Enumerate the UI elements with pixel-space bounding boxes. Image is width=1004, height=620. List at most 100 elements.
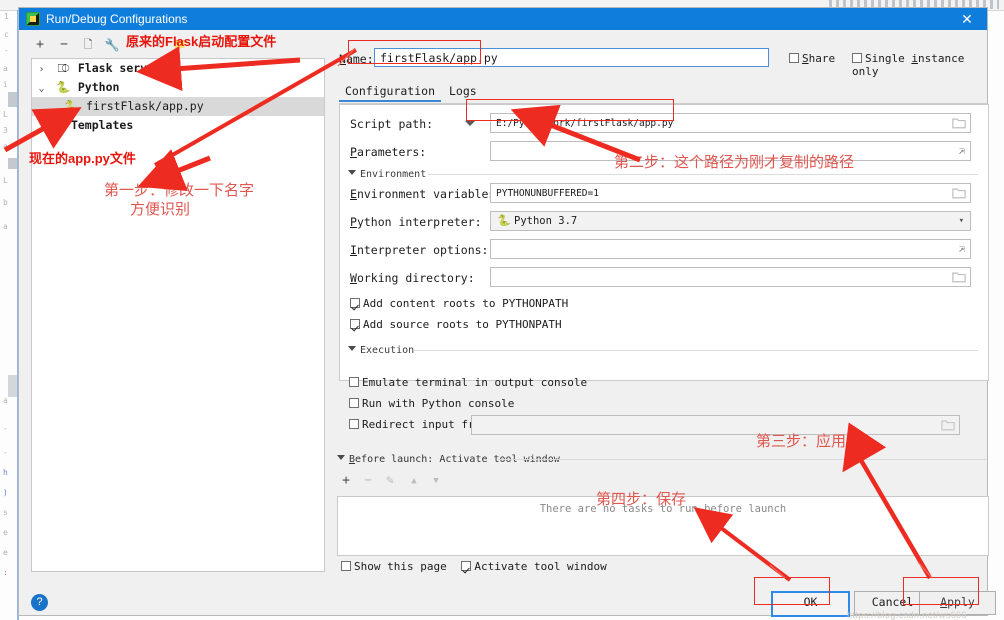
- python-interpreter-combo[interactable]: 🐍 Python 3.7 ▾: [490, 211, 971, 231]
- background-text: L: [3, 110, 8, 119]
- background-text: h: [3, 468, 8, 477]
- interpreter-options-input[interactable]: ⇱: [490, 239, 971, 259]
- tree-item-flask-server[interactable]: › ⎄ Flask server: [32, 59, 324, 78]
- folder-icon[interactable]: [952, 271, 966, 283]
- add-configuration-icon[interactable]: +: [31, 36, 49, 54]
- dialog-titlebar: Run/Debug Configurations ✕: [19, 8, 987, 30]
- background-text: -: [3, 424, 8, 433]
- tree-item-label: Templates: [70, 118, 134, 132]
- wrench-icon[interactable]: 🔧: [103, 36, 121, 54]
- checkbox-box: [350, 298, 360, 308]
- parameters-row: Parameters: ⇱: [340, 141, 988, 163]
- sort-configurations-icon: ⇩Ẑ: [196, 39, 210, 50]
- background-text: 3: [3, 126, 8, 135]
- chevron-down-icon[interactable]: ⌄: [34, 79, 49, 98]
- pycharm-icon: [26, 12, 40, 26]
- section-divider: [428, 174, 978, 175]
- run-debug-configurations-dialog: Run/Debug Configurations ✕ + − 🗋 🔧 ▲ ▼ 📁…: [18, 7, 996, 620]
- tree-item-python[interactable]: ⌄ 🐍 Python: [32, 78, 324, 97]
- ok-button[interactable]: OK: [771, 591, 850, 617]
- background-text: a: [3, 142, 8, 151]
- script-path-input[interactable]: E:/PythonWork/firstFlask/app.py: [490, 113, 971, 133]
- background-scroll-marker: [8, 158, 17, 169]
- single-instance-checkbox[interactable]: Single instance only: [852, 52, 987, 78]
- environment-variables-row: Environment variables: PYTHONUNBUFFERED=…: [340, 183, 988, 205]
- remove-task-icon: −: [364, 473, 372, 488]
- background-text: a: [3, 396, 8, 405]
- python-icon: 🐍: [56, 80, 71, 94]
- expand-icon[interactable]: ⇱: [959, 244, 965, 255]
- configurations-tree[interactable]: › ⎄ Flask server ⌄ 🐍 Python 🐍 firstFlask…: [31, 58, 325, 572]
- environment-section-label: Environment: [360, 169, 427, 180]
- expand-icon[interactable]: ⇱: [959, 146, 965, 157]
- background-text: e: [3, 548, 8, 557]
- emulate-terminal-label: Emulate terminal in output console: [362, 376, 588, 389]
- tab-logs[interactable]: Logs: [443, 82, 483, 100]
- tree-item-firstflask-app[interactable]: 🐍 firstFlask/app.py: [32, 97, 324, 116]
- background-text: s: [3, 508, 8, 517]
- show-this-page-label: Show this page: [354, 560, 447, 573]
- copy-configuration-icon[interactable]: 🗋: [79, 36, 97, 54]
- move-down-icon: ▼: [155, 40, 161, 50]
- checkbox-box: [349, 377, 359, 387]
- parameters-input[interactable]: ⇱: [490, 141, 971, 161]
- background-text: -: [3, 448, 8, 457]
- python-interpreter-row: Python interpreter: 🐍 Python 3.7 ▾: [340, 211, 988, 233]
- add-content-roots-label: Add content roots to PYTHONPATH: [363, 297, 569, 310]
- share-checkbox[interactable]: Share: [789, 52, 835, 65]
- checkbox-box: [461, 561, 472, 571]
- background-text: 1: [4, 12, 9, 21]
- parameters-label: Parameters:: [350, 145, 427, 159]
- chevron-down-icon[interactable]: ▾: [959, 216, 964, 226]
- name-input[interactable]: firstFlask/app.py: [374, 48, 769, 67]
- close-icon[interactable]: ✕: [947, 8, 987, 30]
- interpreter-options-label: Interpreter options:: [350, 243, 489, 257]
- activate-tool-window-checkbox[interactable]: Activate tool window: [461, 560, 607, 573]
- name-label: Name:: [339, 52, 374, 66]
- tree-item-label: firstFlask/app.py: [85, 99, 204, 113]
- emulate-terminal-checkbox[interactable]: Emulate terminal in output console: [349, 376, 587, 389]
- execution-section-header[interactable]: Execution: [348, 345, 414, 356]
- add-content-roots-checkbox[interactable]: Add content roots to PYTHONPATH: [350, 297, 568, 310]
- chevron-right-icon[interactable]: ›: [34, 60, 49, 79]
- python-icon: 🐍: [497, 214, 511, 227]
- chevron-down-icon[interactable]: [465, 121, 475, 126]
- help-button[interactable]: ?: [31, 594, 48, 611]
- background-text: a: [3, 222, 8, 231]
- run-with-python-console-label: Run with Python console: [362, 397, 515, 410]
- checkbox-box: [349, 419, 359, 429]
- working-directory-input[interactable]: [490, 267, 971, 287]
- add-source-roots-checkbox[interactable]: Add source roots to PYTHONPATH: [350, 318, 562, 331]
- move-task-up-icon: ▲: [411, 476, 417, 486]
- execution-section-label: Execution: [360, 345, 415, 356]
- triangle-down-icon: [348, 346, 356, 351]
- working-directory-label: Working directory:: [350, 271, 475, 285]
- environment-variables-input[interactable]: PYTHONUNBUFFERED=1: [490, 183, 971, 203]
- show-this-page-checkbox[interactable]: Show this page: [341, 560, 447, 573]
- before-launch-toolbar: + − ✎ ▲ ▼: [337, 470, 537, 490]
- run-with-python-console-checkbox[interactable]: Run with Python console: [349, 397, 514, 410]
- background-text: e: [3, 528, 8, 537]
- background-scroll-marker: [8, 92, 17, 107]
- tab-configuration[interactable]: Configuration: [339, 82, 442, 102]
- configurations-toolbar: + − 🗋 🔧 ▲ ▼ 📁 ⇩Ẑ: [31, 34, 321, 56]
- add-task-icon[interactable]: +: [337, 472, 355, 490]
- script-path-row: Script path: E:/PythonWork/firstFlask/ap…: [340, 113, 988, 135]
- folder-icon[interactable]: [952, 117, 966, 129]
- checkbox-box: [789, 53, 799, 63]
- tree-item-templates[interactable]: 🔧 Templates: [32, 116, 324, 135]
- environment-section-header[interactable]: Environment: [348, 169, 426, 180]
- move-up-icon: ▲: [133, 40, 139, 50]
- tree-item-label: Python: [77, 80, 120, 94]
- background-text: -: [4, 46, 9, 55]
- bottom-checkbox-row: Show this page Activate tool window: [341, 560, 607, 573]
- before-launch-task-list[interactable]: There are no tasks to run before launch: [337, 496, 989, 556]
- edit-task-icon: ✎: [386, 473, 394, 488]
- remove-configuration-icon[interactable]: −: [55, 36, 73, 54]
- new-folder-icon: 📁: [173, 38, 187, 51]
- tree-item-label: Flask server: [77, 61, 161, 75]
- checkbox-box: [350, 319, 360, 329]
- python-interpreter-label: Python interpreter:: [350, 215, 482, 229]
- folder-icon[interactable]: [952, 187, 966, 199]
- wrench-icon: 🔧: [49, 118, 64, 132]
